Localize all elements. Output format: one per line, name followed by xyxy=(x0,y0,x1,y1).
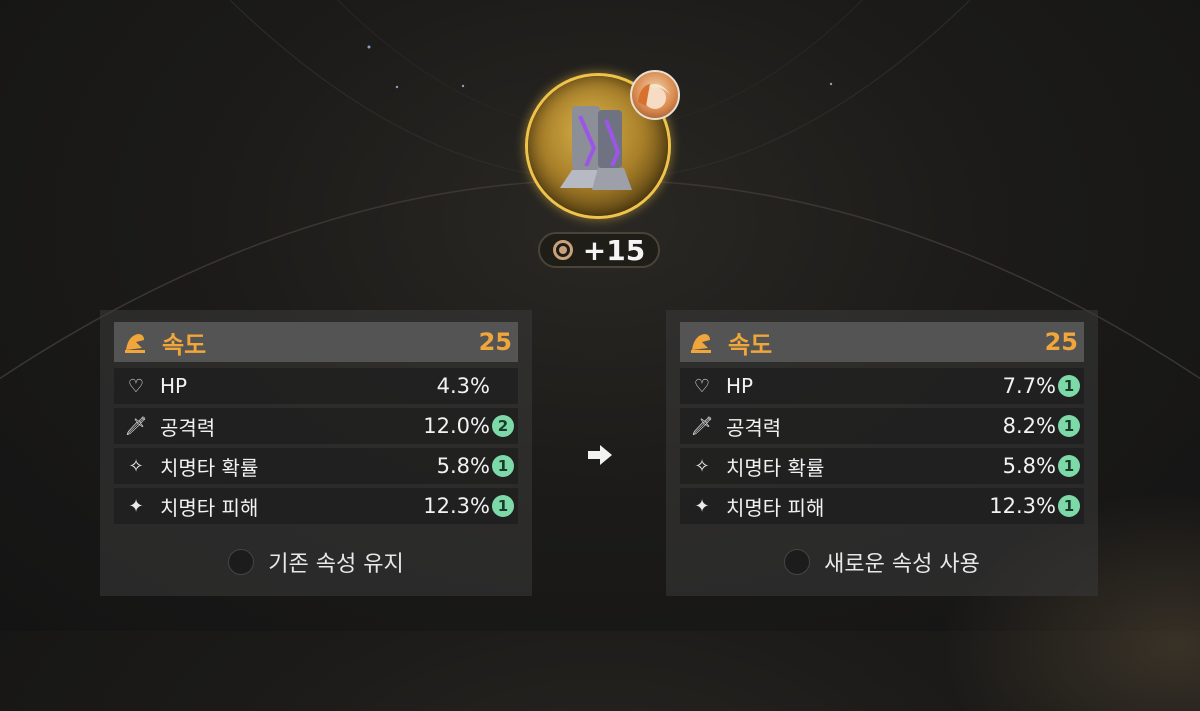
crit-chance-icon: ✧ xyxy=(694,455,710,477)
upgrade-count-badge: 1 xyxy=(492,495,514,517)
crit-damage-icon: ✦ xyxy=(128,495,144,517)
upgrade-count-badge: 1 xyxy=(1058,375,1080,397)
crit-damage-icon: ✦ xyxy=(694,495,710,517)
sword-icon: 🗡 xyxy=(690,415,714,437)
enhance-level-badge: +15 xyxy=(538,232,660,268)
substat-row-crit-damage: ✦ 치명타 피해 12.3% 1 xyxy=(114,488,518,524)
upgrade-count-badge xyxy=(492,375,514,397)
heart-icon: ♡ xyxy=(127,375,145,397)
new-stats-panel[interactable]: 속도 25 ♡ HP 7.7% 1 🗡 공격력 8.2% 1 ✧ 치명타 확률 … xyxy=(666,310,1098,596)
substat-row-hp: ♡ HP 7.7% 1 xyxy=(680,368,1084,404)
heart-icon: ♡ xyxy=(693,375,711,397)
substat-value: 7.7% xyxy=(1002,374,1056,398)
arrow-right-icon xyxy=(588,445,612,465)
upgrade-count-badge: 1 xyxy=(1058,415,1080,437)
substat-label: HP xyxy=(726,374,754,398)
hero-portrait-icon xyxy=(630,70,680,120)
crit-chance-icon: ✧ xyxy=(128,455,144,477)
main-stat-row: 속도 25 xyxy=(680,322,1084,362)
main-stat-value: 25 xyxy=(478,328,512,356)
speed-icon xyxy=(688,328,716,356)
upgrade-count-badge: 2 xyxy=(492,415,514,437)
substat-row-crit-chance: ✧ 치명타 확률 5.8% 1 xyxy=(680,448,1084,484)
use-new-option[interactable]: 새로운 속성 사용 xyxy=(666,546,1098,578)
substat-label: 치명타 확률 xyxy=(726,455,825,480)
substat-value: 5.8% xyxy=(436,454,490,478)
substat-label: 치명타 피해 xyxy=(726,495,825,520)
substat-label: 치명타 확률 xyxy=(160,455,259,480)
main-stat-value: 25 xyxy=(1044,328,1078,356)
substat-value: 4.3% xyxy=(436,374,490,398)
substat-label: 공격력 xyxy=(726,415,782,440)
substat-row-attack: 🗡 공격력 12.0% 2 xyxy=(114,408,518,444)
substat-row-crit-chance: ✧ 치명타 확률 5.8% 1 xyxy=(114,448,518,484)
upgrade-count-badge: 1 xyxy=(1058,495,1080,517)
keep-current-label[interactable]: 기존 속성 유지 xyxy=(268,546,403,578)
use-new-label[interactable]: 새로운 속성 사용 xyxy=(824,546,980,578)
substat-value: 8.2% xyxy=(1002,414,1056,438)
speed-icon xyxy=(122,328,150,356)
substat-label: 공격력 xyxy=(160,415,216,440)
main-stat-row: 속도 25 xyxy=(114,322,518,362)
substat-value: 5.8% xyxy=(1002,454,1056,478)
keep-current-radio[interactable] xyxy=(228,549,255,575)
sword-icon: 🗡 xyxy=(124,415,148,437)
substat-row-attack: 🗡 공격력 8.2% 1 xyxy=(680,408,1084,444)
substat-value: 12.3% xyxy=(423,494,490,518)
keep-current-option[interactable]: 기존 속성 유지 xyxy=(100,546,532,578)
main-stat-label: 속도 xyxy=(162,330,207,359)
substat-label: HP xyxy=(160,374,188,398)
use-new-radio[interactable] xyxy=(784,549,811,575)
substat-row-hp: ♡ HP 4.3% xyxy=(114,368,518,404)
enhance-level-icon xyxy=(552,240,573,260)
substat-value: 12.3% xyxy=(989,494,1056,518)
upgrade-count-badge: 1 xyxy=(1058,455,1080,477)
substat-row-crit-damage: ✦ 치명타 피해 12.3% 1 xyxy=(680,488,1084,524)
substat-label: 치명타 피해 xyxy=(160,495,259,520)
item-display xyxy=(526,70,680,222)
substat-value: 12.0% xyxy=(423,414,490,438)
upgrade-count-badge: 1 xyxy=(492,455,514,477)
current-stats-panel[interactable]: 속도 25 ♡ HP 4.3% 🗡 공격력 12.0% 2 ✧ 치명타 확률 5… xyxy=(100,310,532,596)
main-stat-label: 속도 xyxy=(728,330,773,359)
enhance-level-text: +15 xyxy=(582,233,646,267)
